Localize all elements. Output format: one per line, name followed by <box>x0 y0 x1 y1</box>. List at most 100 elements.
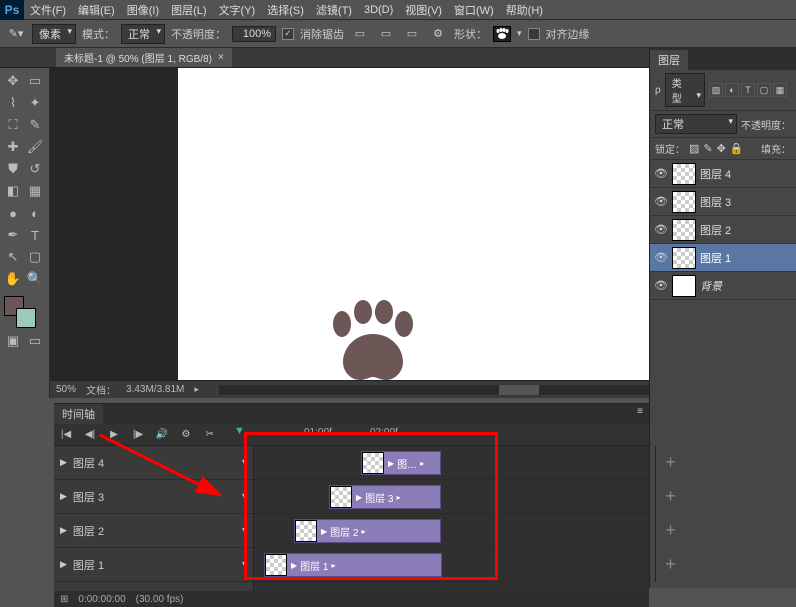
track-menu-icon[interactable]: ▾ <box>242 491 247 502</box>
lock-move-icon[interactable]: ✥ <box>717 142 726 155</box>
menu-layer[interactable]: 图层(L) <box>165 2 212 18</box>
split-clip-button[interactable]: ✂ <box>198 429 222 440</box>
panel-menu-icon[interactable]: ≡ <box>631 404 649 424</box>
shape-tool[interactable]: ▢ <box>24 246 46 268</box>
filter-shape-icon[interactable]: ▢ <box>757 83 771 97</box>
prev-frame-button[interactable]: ◀| <box>78 429 102 440</box>
time-ruler[interactable]: ▼ 01:00f 02:00f <box>222 424 649 446</box>
filter-smart-icon[interactable]: ▦ <box>773 83 787 97</box>
track-header-2[interactable]: ▶图层 2▾ <box>54 514 253 548</box>
eyedropper-tool[interactable]: ✎ <box>24 114 46 136</box>
close-tab-icon[interactable]: × <box>218 52 224 63</box>
menu-file[interactable]: 文件(F) <box>24 2 72 18</box>
brush-tool[interactable]: 🖌 <box>24 136 46 158</box>
pen-tool[interactable]: ✒ <box>2 224 24 246</box>
layer-thumbnail[interactable] <box>672 247 696 269</box>
track-lane-1[interactable]: ▶图层 3▸+ <box>254 480 649 514</box>
add-clip-button[interactable]: + <box>655 446 685 480</box>
crop-tool[interactable]: ⛶ <box>2 114 24 136</box>
menu-edit[interactable]: 编辑(E) <box>72 2 121 18</box>
background-swatch[interactable] <box>16 308 36 328</box>
eraser-tool[interactable]: ◧ <box>2 180 24 202</box>
track-header-3[interactable]: ▶图层 1▾ <box>54 548 253 582</box>
heal-tool[interactable]: ✚ <box>2 136 24 158</box>
timeline-clip[interactable]: ▶图层 2▸ <box>294 519 441 543</box>
filter-image-icon[interactable]: ▨ <box>709 83 723 97</box>
timeline-options-icon[interactable]: ⚙ <box>174 429 198 440</box>
wand-tool[interactable]: ✦ <box>24 92 46 114</box>
dodge-tool[interactable]: ◐ <box>24 202 46 224</box>
menu-view[interactable]: 视图(V) <box>399 2 448 18</box>
history-brush-tool[interactable]: ↺ <box>24 158 46 180</box>
expand-track-icon[interactable]: ▶ <box>60 491 67 502</box>
align-edges-checkbox[interactable] <box>528 28 540 40</box>
sample-mode-dropdown[interactable]: 像素 <box>32 24 76 44</box>
gradient-tool[interactable]: ▦ <box>24 180 46 202</box>
align-right-icon[interactable]: ▭ <box>402 24 422 44</box>
add-clip-button[interactable]: + <box>655 480 685 514</box>
add-clip-button[interactable]: + <box>655 548 685 582</box>
menu-window[interactable]: 窗口(W) <box>448 2 500 18</box>
layer-filter-dropdown[interactable]: 类型 <box>665 73 705 107</box>
audio-toggle[interactable]: 🔊 <box>150 429 174 440</box>
layer-thumbnail[interactable] <box>672 275 696 297</box>
track-header-0[interactable]: ▶图层 4▾ <box>54 446 253 480</box>
timeline-tab[interactable]: 时间轴 <box>54 404 103 424</box>
track-menu-icon[interactable]: ▾ <box>242 457 247 468</box>
marquee-tool[interactable]: ▭ <box>24 70 46 92</box>
expand-track-icon[interactable]: ▶ <box>60 525 67 536</box>
layer-row-2[interactable]: 👁图层 2 <box>650 216 796 244</box>
filter-type-icon[interactable]: T <box>741 83 755 97</box>
menu-help[interactable]: 帮助(H) <box>500 2 549 18</box>
hand-tool[interactable]: ✋ <box>2 268 24 290</box>
lock-paint-icon[interactable]: ✎ <box>703 142 712 155</box>
visibility-toggle[interactable]: 👁 <box>654 195 668 208</box>
layer-row-4[interactable]: 👁背景 <box>650 272 796 300</box>
zoom-level[interactable]: 50% <box>56 384 76 395</box>
play-button[interactable]: ▶ <box>102 429 126 440</box>
shape-picker[interactable] <box>493 26 511 42</box>
document-tab[interactable]: 未标题-1 @ 50% (图层 1, RGB/8) × <box>56 48 232 67</box>
menu-3d[interactable]: 3D(D) <box>358 4 399 16</box>
visibility-toggle[interactable]: 👁 <box>654 251 668 264</box>
type-tool[interactable]: T <box>24 224 46 246</box>
next-frame-button[interactable]: |▶ <box>126 429 150 440</box>
zoom-tool[interactable]: 🔍 <box>24 268 46 290</box>
timeline-clip[interactable]: ▶图层 3▸ <box>329 485 441 509</box>
track-header-1[interactable]: ▶图层 3▾ <box>54 480 253 514</box>
screenmode-toggle[interactable]: ▭ <box>24 330 46 352</box>
align-center-icon[interactable]: ▭ <box>376 24 396 44</box>
goto-start-button[interactable]: |◀ <box>54 429 78 440</box>
layer-blend-dropdown[interactable]: 正常 <box>655 114 737 134</box>
timeline-clip[interactable]: ▶图…▸ <box>361 451 441 475</box>
expand-track-icon[interactable]: ▶ <box>60 559 67 570</box>
track-menu-icon[interactable]: ▾ <box>242 559 247 570</box>
layer-thumbnail[interactable] <box>672 163 696 185</box>
menu-filter[interactable]: 滤镜(T) <box>310 2 358 18</box>
blur-tool[interactable]: ● <box>2 202 24 224</box>
layers-tab[interactable]: 图层 <box>650 50 688 70</box>
layer-row-0[interactable]: 👁图层 4 <box>650 160 796 188</box>
layer-row-1[interactable]: 👁图层 3 <box>650 188 796 216</box>
opacity-field[interactable]: 100% <box>232 26 276 42</box>
lasso-tool[interactable]: ⌇ <box>2 92 24 114</box>
visibility-toggle[interactable]: 👁 <box>654 167 668 180</box>
track-lane-3[interactable]: ▶图层 1▸+ <box>254 548 649 582</box>
track-lane-2[interactable]: ▶图层 2▸+ <box>254 514 649 548</box>
blend-mode-dropdown[interactable]: 正常 <box>121 24 165 44</box>
menu-image[interactable]: 图像(I) <box>121 2 165 18</box>
frame-convert-icon[interactable]: ⊞ <box>60 594 68 605</box>
layer-thumbnail[interactable] <box>672 219 696 241</box>
timeline-track-area[interactable]: ▶图…▸+▶图层 3▸+▶图层 2▸+▶图层 1▸+ <box>254 446 649 591</box>
track-menu-icon[interactable]: ▾ <box>242 525 247 536</box>
document-canvas[interactable] <box>178 68 668 380</box>
lock-all-icon[interactable]: 🔒 <box>730 142 744 155</box>
playhead-icon[interactable]: ▼ <box>234 425 245 437</box>
move-tool[interactable]: ✥ <box>2 70 24 92</box>
visibility-toggle[interactable]: 👁 <box>654 223 668 236</box>
track-lane-0[interactable]: ▶图…▸+ <box>254 446 649 480</box>
align-left-icon[interactable]: ▭ <box>350 24 370 44</box>
filter-adjust-icon[interactable]: ◐ <box>725 83 739 97</box>
layer-thumbnail[interactable] <box>672 191 696 213</box>
timeline-clip[interactable]: ▶图层 1▸ <box>264 553 442 577</box>
